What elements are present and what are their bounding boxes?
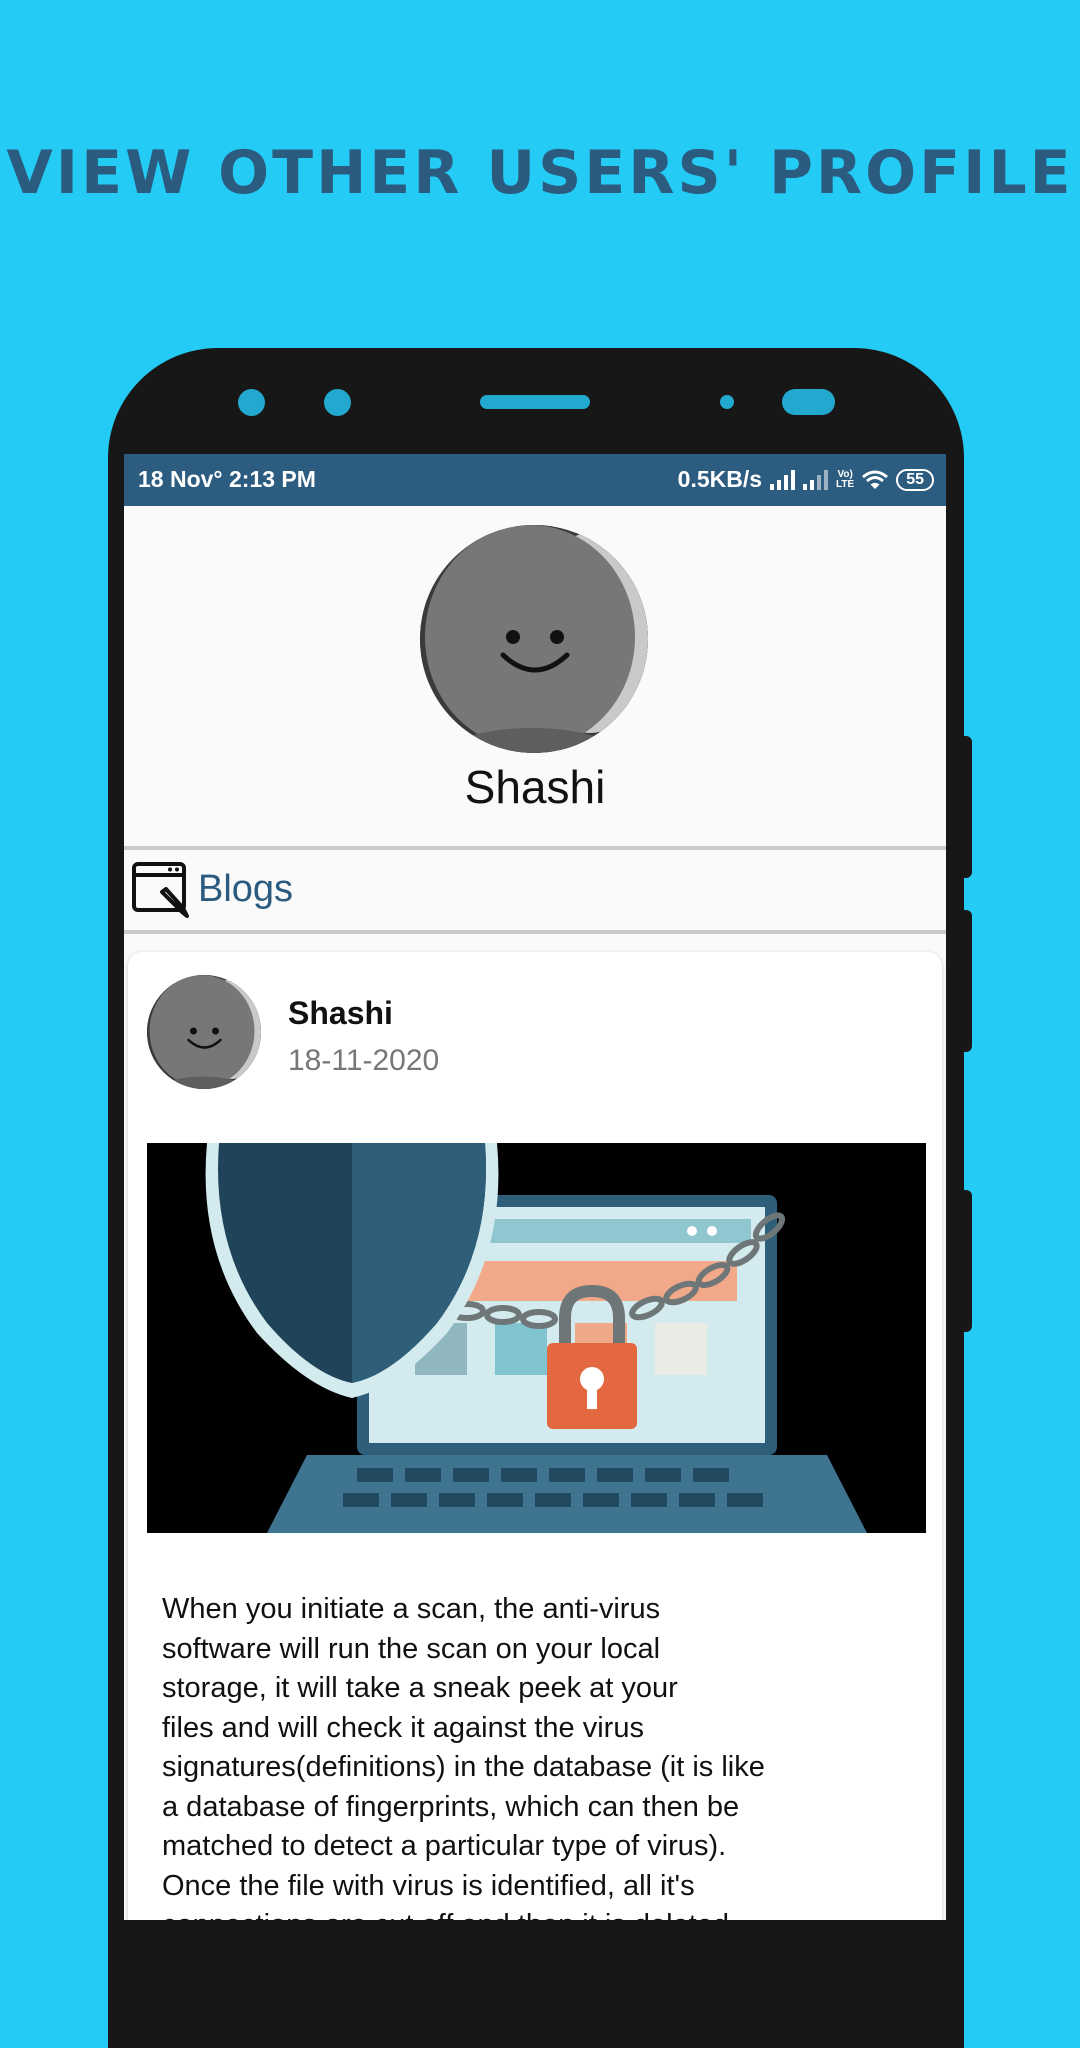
phone-side-button — [958, 910, 972, 1052]
divider — [124, 930, 946, 934]
profile-avatar[interactable] — [420, 525, 648, 753]
front-camera-icon — [238, 389, 265, 416]
security-laptop-illustration-icon — [147, 1143, 926, 1533]
app-screen: 18 Nov° 2:13 PM 0.5KB/s Vo) LTE 55 Shash… — [124, 454, 946, 1920]
blogs-section-header[interactable]: Blogs — [124, 852, 946, 932]
phone-side-button — [958, 1190, 972, 1332]
front-camera-icon — [324, 389, 351, 416]
status-bar: 18 Nov° 2:13 PM 0.5KB/s Vo) LTE 55 — [124, 454, 946, 506]
earpiece-speaker — [480, 395, 590, 409]
phone-side-button — [958, 736, 972, 878]
post-image[interactable] — [147, 1143, 926, 1533]
blog-post-card[interactable]: Shashi 18-11-2020 When you initiate a sc… — [128, 952, 942, 1920]
status-icons: 0.5KB/s Vo) LTE 55 — [678, 466, 934, 493]
post-body-text: When you initiate a scan, the anti-virus… — [162, 1593, 765, 1920]
signal-icon — [770, 469, 796, 490]
smiley-avatar-icon — [147, 975, 261, 1089]
network-speed: 0.5KB/s — [677, 466, 763, 492]
post-author-avatar[interactable] — [147, 975, 261, 1089]
light-sensor — [782, 389, 835, 415]
wifi-icon — [862, 470, 889, 489]
promo-headline: VIEW OTHER USERS' PROFILE — [6, 138, 1074, 208]
signal-icon — [803, 469, 829, 490]
post-date: 18-11-2020 — [288, 1044, 440, 1077]
blogs-label: Blogs — [198, 868, 294, 910]
volte-icon: Vo) LTE — [836, 468, 855, 490]
smiley-avatar-icon — [420, 525, 648, 753]
divider — [124, 846, 946, 850]
proximity-sensor — [720, 395, 734, 409]
post-author-name: Shashi — [288, 995, 393, 1031]
battery-icon: 55 — [896, 468, 934, 491]
status-date-time: 18 Nov° 2:13 PM — [138, 466, 316, 492]
profile-name: Shashi — [464, 761, 606, 813]
blog-edit-icon — [132, 862, 189, 918]
